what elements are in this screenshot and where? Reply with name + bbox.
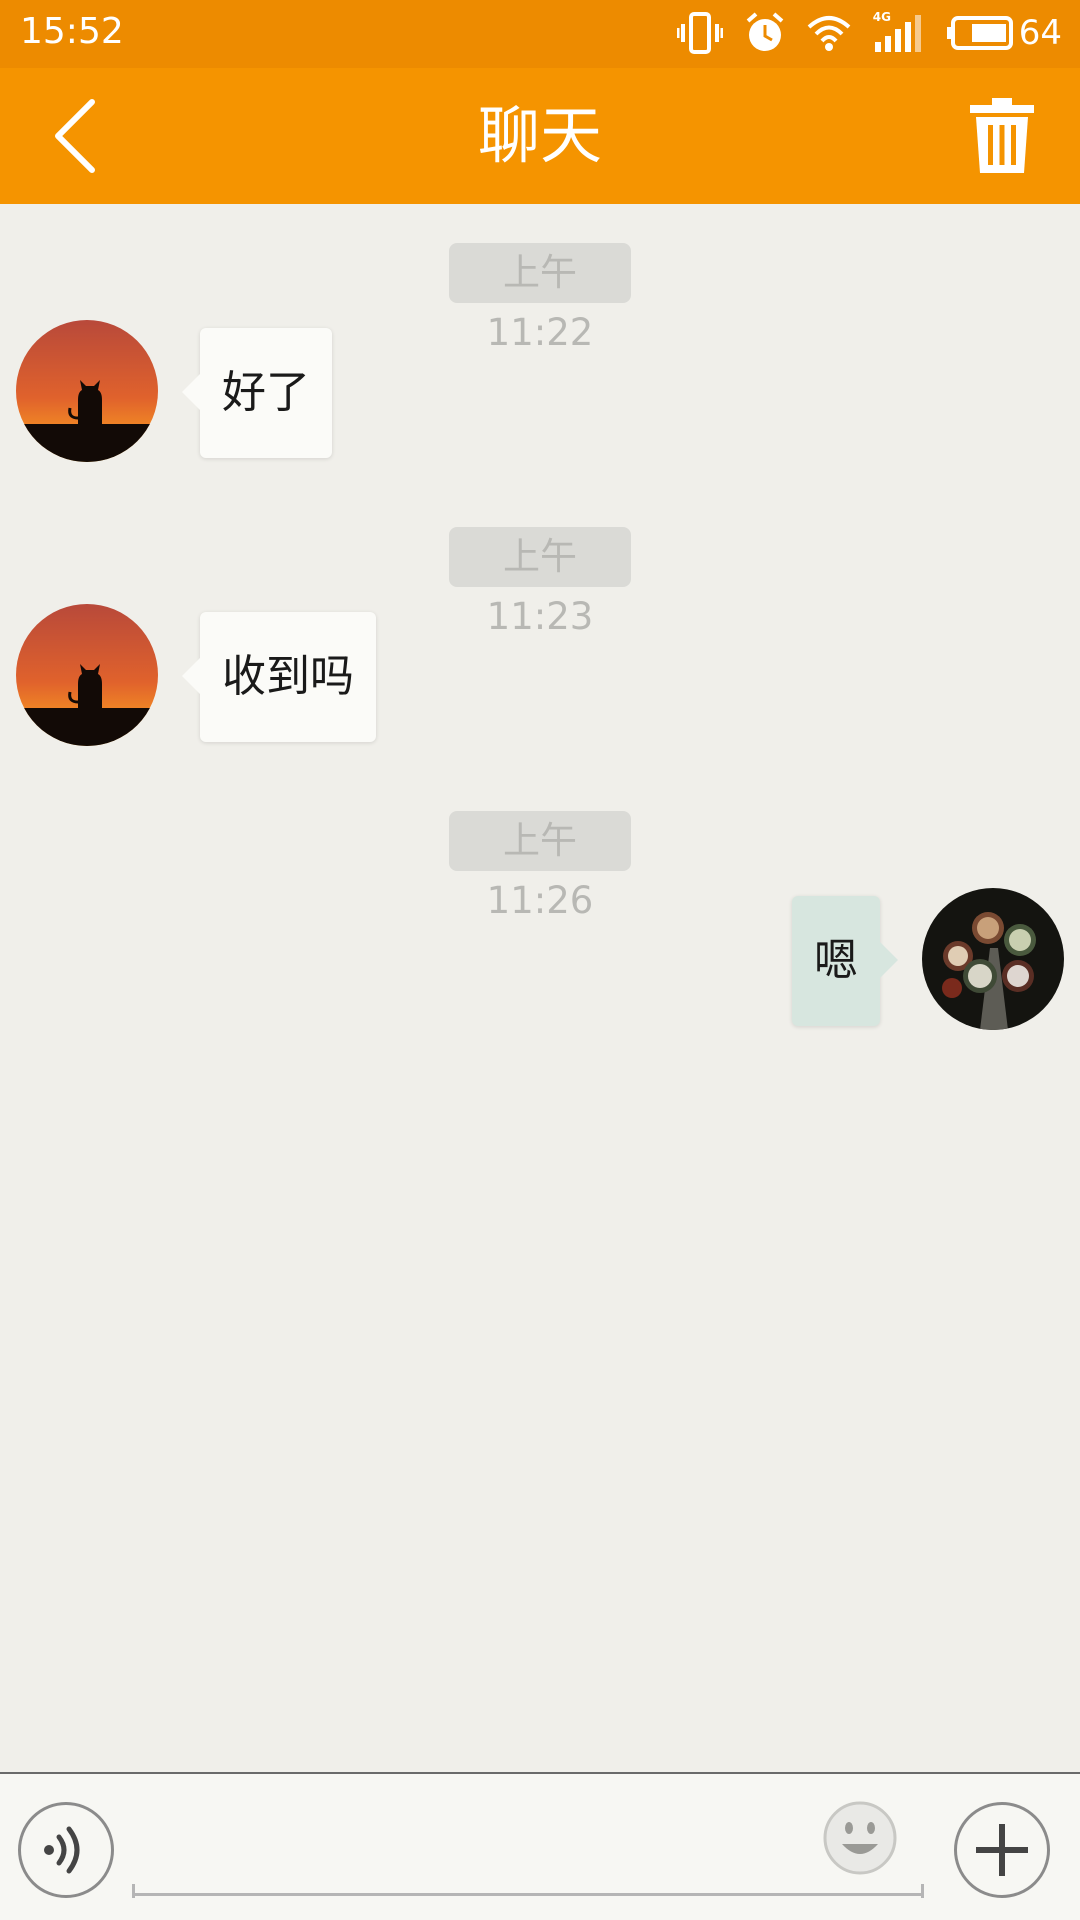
page-title: 聊天 — [477, 99, 602, 172]
status-bar: 15:52 4G 64 — [0, 0, 1080, 68]
message-bubble-incoming[interactable]: 好了 — [182, 328, 332, 458]
signal-icon: 4G — [873, 10, 925, 54]
back-button[interactable] — [36, 90, 116, 182]
voice-icon — [44, 1826, 80, 1874]
emoji-button[interactable] — [822, 1800, 898, 1876]
input-underline-right — [921, 1884, 924, 1898]
delete-chat-button[interactable] — [958, 92, 1046, 180]
message-timestamp: 上午 11:26 — [449, 811, 631, 922]
trash-icon — [970, 98, 1034, 173]
plus-icon — [976, 1824, 1028, 1876]
message-timestamp: 上午 11:23 — [449, 527, 631, 638]
voice-button[interactable] — [18, 1802, 114, 1898]
coffee-cups-avatar[interactable] — [922, 888, 1064, 1030]
alarm-icon — [745, 12, 785, 54]
status-icons: 4G 64 — [676, 8, 1062, 58]
wifi-icon — [807, 15, 851, 51]
chevron-left-icon — [55, 99, 95, 173]
message-bubble-incoming[interactable]: 收到吗 — [182, 612, 376, 742]
emoji-icon — [823, 1801, 897, 1875]
app-bar: 聊天 — [0, 68, 1080, 204]
chat-input-bar — [0, 1772, 1080, 1920]
status-time: 15:52 — [20, 11, 124, 52]
message-input[interactable] — [132, 1794, 924, 1896]
battery-percent: 64 — [1018, 13, 1062, 53]
message-bubble-outgoing[interactable]: 嗯 — [792, 896, 898, 1026]
cat-sunset-avatar[interactable] — [16, 604, 158, 746]
battery-icon: 64 — [946, 11, 1062, 55]
input-underline-left — [132, 1884, 135, 1898]
cat-sunset-avatar[interactable] — [16, 320, 158, 462]
add-attachment-button[interactable] — [954, 1802, 1050, 1898]
vibrate-icon — [676, 12, 723, 54]
chat-message-list[interactable]: 上午 11:22 好了 上午 11:23 收到吗 上午 11:26 嗯 — [0, 204, 1080, 1772]
message-timestamp: 上午 11:22 — [449, 243, 631, 354]
